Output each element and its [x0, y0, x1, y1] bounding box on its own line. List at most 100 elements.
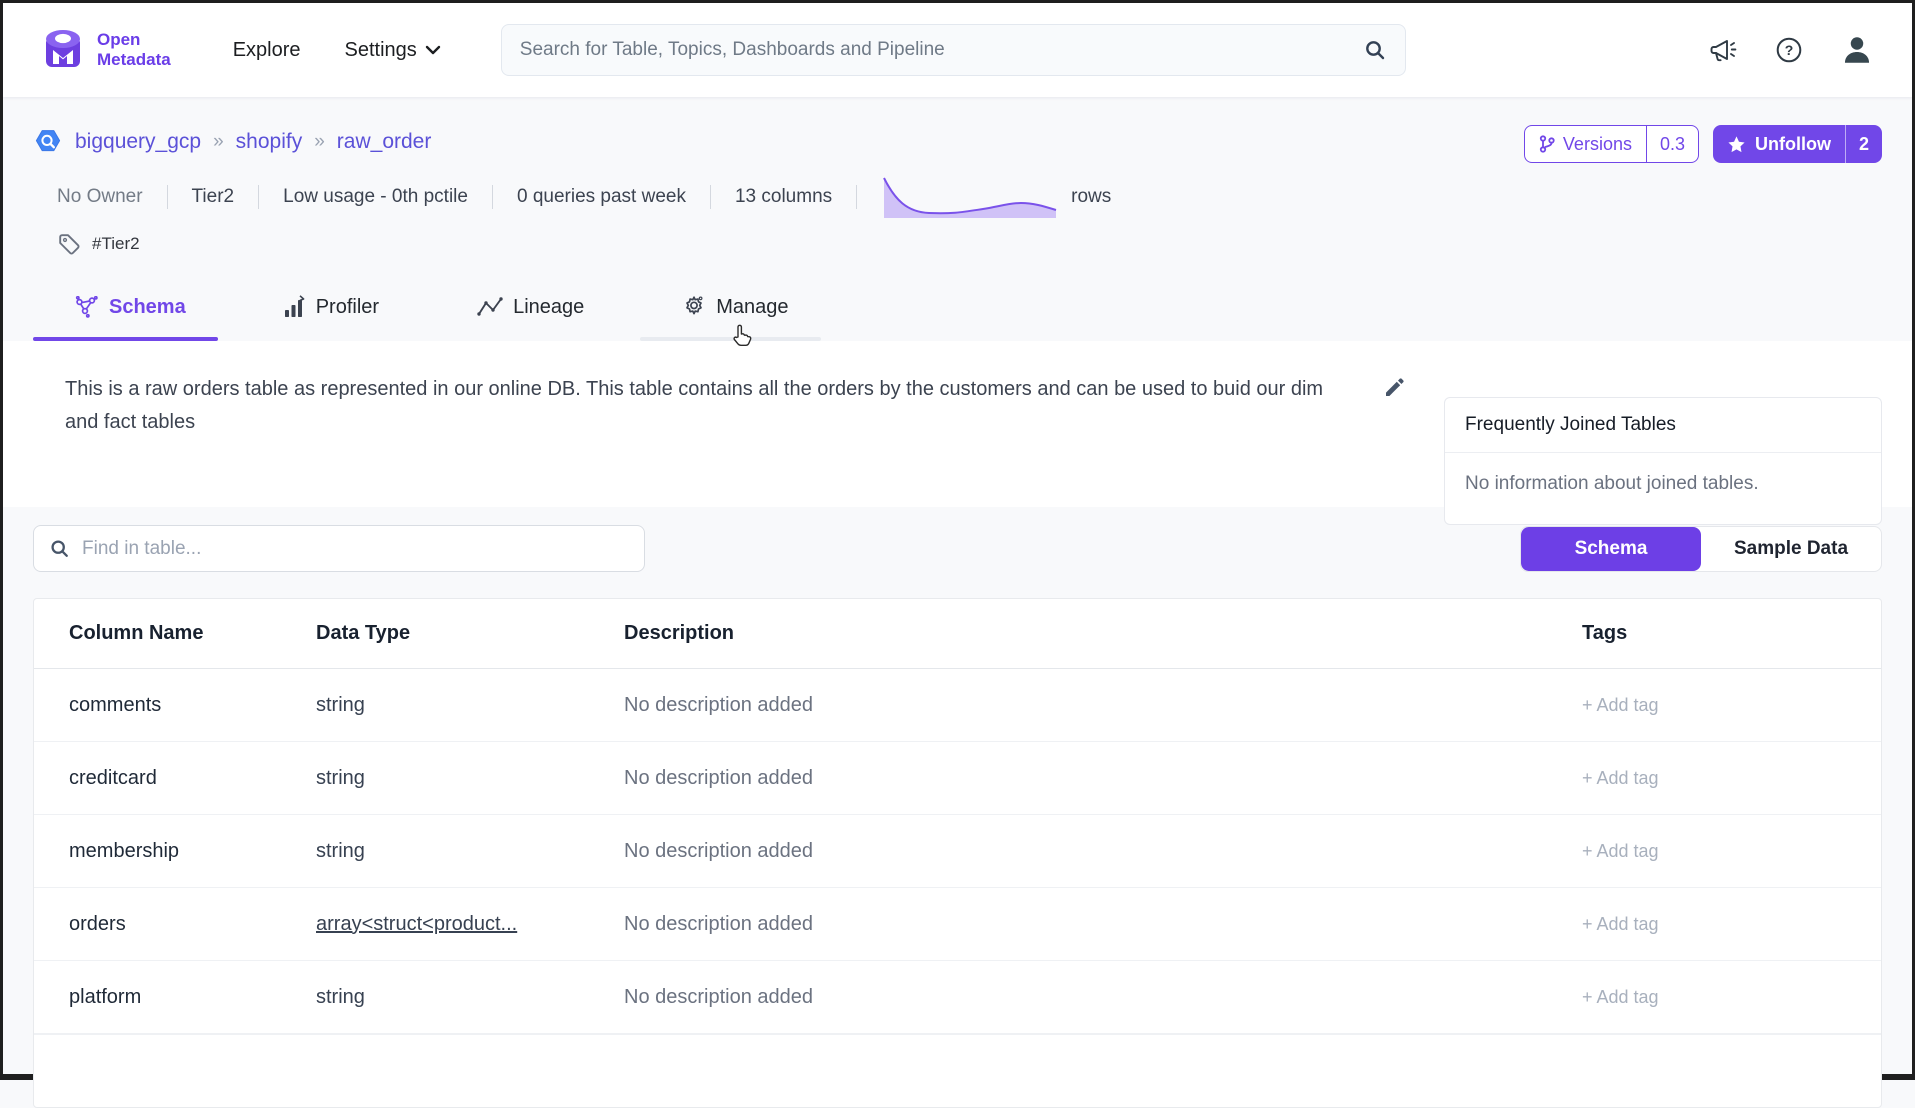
versions-count-badge: 0.3 — [1646, 126, 1698, 162]
tab-schema-label: Schema — [109, 296, 186, 319]
global-search-bar — [501, 24, 1406, 76]
table-row-orders: orders array<struct<product... No descri… — [34, 888, 1881, 961]
gear-icon — [682, 295, 706, 319]
column-type: string — [316, 767, 624, 790]
column-name: platform — [69, 986, 316, 1009]
table-row-platform: platform string No description added + A… — [34, 961, 1881, 1034]
tab-lineage-label: Lineage — [513, 296, 584, 319]
edit-description-pencil-icon[interactable] — [1383, 377, 1405, 507]
stat-divider — [856, 185, 857, 209]
stat-divider — [258, 185, 259, 209]
breadcrumb-table[interactable]: raw_order — [337, 130, 432, 154]
chevron-down-icon — [425, 45, 441, 55]
top-nav: Open Metadata Explore Settings — [3, 3, 1912, 97]
entity-tags-row: #Tier2 — [33, 229, 1882, 259]
stat-divider — [492, 185, 493, 209]
col-header-description: Description — [624, 622, 1582, 645]
usage-stat: Low usage - 0th pctile — [283, 186, 468, 208]
nav-item-settings[interactable]: Settings — [345, 39, 441, 62]
unfollow-button[interactable]: Unfollow 2 — [1713, 125, 1882, 163]
description-section: This is a raw orders table as represente… — [3, 341, 1912, 507]
column-description: No description added — [624, 767, 1582, 790]
stat-divider — [710, 185, 711, 209]
add-tag-button[interactable]: + Add tag — [1582, 914, 1846, 935]
unfollow-label: Unfollow — [1755, 134, 1831, 155]
user-avatar[interactable] — [1840, 33, 1874, 67]
toggle-schema-button[interactable]: Schema — [1521, 527, 1701, 571]
row-count-sparkline — [881, 174, 1059, 220]
entity-action-buttons: Versions 0.3 Unfollow 2 — [1524, 125, 1882, 163]
frequently-joined-tables-card: Frequently Joined Tables No information … — [1444, 397, 1882, 525]
breadcrumb-separator: » — [213, 131, 224, 153]
column-description: No description added — [624, 986, 1582, 1009]
add-tag-button[interactable]: + Add tag — [1582, 695, 1846, 716]
profiler-icon — [284, 295, 306, 319]
schema-sample-toggle: Schema Sample Data — [1520, 526, 1882, 572]
column-type: string — [316, 694, 624, 717]
entity-stats-row: No Owner Tier2 Low usage - 0th pctile 0 … — [33, 177, 1882, 217]
table-row-comments: comments string No description added + A… — [34, 669, 1881, 742]
git-branch-icon — [1539, 135, 1555, 153]
whats-new-megaphone-icon[interactable] — [1708, 36, 1738, 64]
joined-tables-title: Frequently Joined Tables — [1445, 398, 1881, 453]
table-row-partial — [34, 1034, 1881, 1107]
rows-stat-label: rows — [1071, 186, 1111, 208]
owner-stat: No Owner — [57, 186, 143, 208]
tier-tag[interactable]: #Tier2 — [92, 234, 140, 254]
search-icon[interactable] — [1363, 38, 1387, 62]
column-description: No description added — [624, 840, 1582, 863]
tier-stat: Tier2 — [192, 186, 235, 208]
openmetadata-logo[interactable]: Open Metadata — [39, 26, 171, 74]
column-description: No description added — [624, 913, 1582, 936]
add-tag-button[interactable]: + Add tag — [1582, 768, 1846, 789]
columns-stat: 13 columns — [735, 186, 832, 208]
column-type: string — [316, 986, 624, 1009]
schema-icon — [75, 296, 99, 318]
schema-table: Column Name Data Type Description Tags c… — [33, 598, 1882, 1108]
add-tag-button[interactable]: + Add tag — [1582, 987, 1846, 1008]
column-type: string — [316, 840, 624, 863]
versions-button[interactable]: Versions 0.3 — [1524, 125, 1699, 163]
help-icon[interactable]: ? — [1774, 35, 1804, 65]
mouse-cursor-hand-icon — [730, 323, 754, 351]
tag-icon[interactable] — [57, 232, 81, 256]
nav-right-icons: ? — [1708, 33, 1874, 67]
logo-wordmark: Open Metadata — [97, 30, 171, 70]
breadcrumb-service[interactable]: bigquery_gcp — [75, 130, 201, 154]
follower-count-badge: 2 — [1845, 125, 1882, 163]
breadcrumb-row: bigquery_gcp » shopify » raw_order — [33, 125, 1882, 165]
breadcrumb: bigquery_gcp » shopify » raw_order — [33, 125, 431, 157]
primary-nav: Explore Settings — [233, 39, 441, 62]
tab-profiler-label: Profiler — [316, 296, 379, 319]
table-row-membership: membership string No description added +… — [34, 815, 1881, 888]
entity-tabs: Schema Profiler — [33, 289, 1882, 341]
column-name: orders — [69, 913, 316, 936]
tab-manage[interactable]: Manage — [682, 289, 788, 341]
col-header-name: Column Name — [69, 622, 316, 645]
global-search-input[interactable] — [520, 39, 1363, 61]
breadcrumb-database[interactable]: shopify — [236, 130, 303, 154]
column-name: comments — [69, 694, 316, 717]
toggle-sample-data-button[interactable]: Sample Data — [1701, 527, 1881, 571]
tab-lineage[interactable]: Lineage — [477, 289, 584, 341]
openmetadata-logo-icon — [39, 26, 87, 74]
col-header-tags: Tags — [1582, 622, 1846, 645]
nav-item-explore[interactable]: Explore — [233, 39, 301, 62]
tab-manage-label: Manage — [716, 296, 788, 319]
lineage-icon — [477, 296, 503, 318]
schema-table-header: Column Name Data Type Description Tags — [34, 599, 1881, 669]
tab-schema[interactable]: Schema — [75, 289, 186, 341]
svg-text:?: ? — [1785, 42, 1794, 58]
column-type-expandable-link[interactable]: array<struct<product... — [316, 913, 624, 936]
queries-stat: 0 queries past week — [517, 186, 686, 208]
column-name: membership — [69, 840, 316, 863]
find-in-table-box — [33, 525, 645, 572]
tab-profiler[interactable]: Profiler — [284, 289, 379, 341]
table-row-creditcard: creditcard string No description added +… — [34, 742, 1881, 815]
add-tag-button[interactable]: + Add tag — [1582, 841, 1846, 862]
column-description: No description added — [624, 694, 1582, 717]
table-toolbar: Schema Sample Data — [33, 525, 1882, 572]
find-in-table-input[interactable] — [82, 538, 629, 560]
bigquery-service-icon — [33, 127, 63, 157]
stat-divider — [167, 185, 168, 209]
